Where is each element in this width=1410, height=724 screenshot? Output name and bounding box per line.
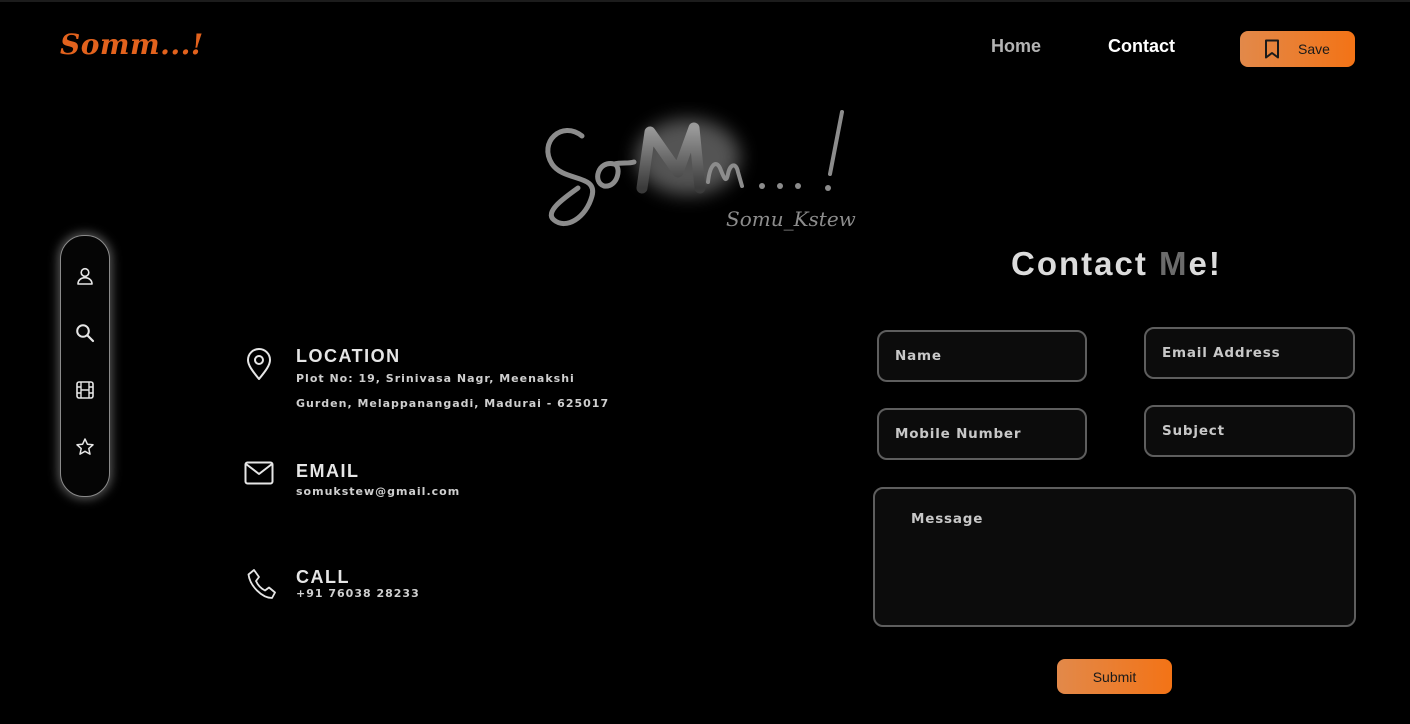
name-input[interactable]: [877, 330, 1087, 382]
mail-icon: [244, 461, 274, 485]
save-button[interactable]: Save: [1240, 31, 1355, 67]
email-value[interactable]: somukstew@gmail.com: [296, 485, 460, 498]
phone-icon: [247, 568, 277, 600]
call-value[interactable]: +91 76038 28233: [296, 587, 420, 600]
subject-input[interactable]: [1144, 405, 1355, 457]
star-icon[interactable]: [75, 437, 95, 457]
message-textarea[interactable]: [873, 487, 1356, 627]
call-heading: CALL: [296, 567, 350, 587]
submit-button[interactable]: Submit: [1057, 659, 1172, 694]
location-line-1: Plot No: 19, Srinivasa Nagr, Meenakshi: [296, 372, 575, 385]
svg-text:Somu_Kstew: Somu_Kstew: [726, 207, 856, 231]
brand-logo[interactable]: Somm...!: [60, 28, 204, 61]
email-heading: EMAIL: [296, 461, 360, 481]
email-input[interactable]: [1144, 327, 1355, 379]
location-heading: LOCATION: [296, 346, 401, 366]
contact-title: Contact Me!: [1011, 245, 1222, 282]
location-pin-icon: [245, 347, 273, 381]
film-icon[interactable]: [75, 380, 95, 400]
mobile-number-input[interactable]: [877, 408, 1087, 460]
nav-contact[interactable]: Contact: [1108, 36, 1175, 57]
signature-logo: Somu_Kstew: [545, 110, 856, 231]
nav-home[interactable]: Home: [991, 36, 1041, 57]
sidebar: [60, 235, 110, 497]
user-icon[interactable]: [75, 266, 95, 286]
location-line-2: Gurden, Melappanangadi, Madurai - 625017: [296, 397, 610, 410]
search-icon[interactable]: [75, 323, 95, 343]
save-label: Save: [1298, 41, 1330, 57]
bookmark-icon: [1264, 39, 1280, 59]
